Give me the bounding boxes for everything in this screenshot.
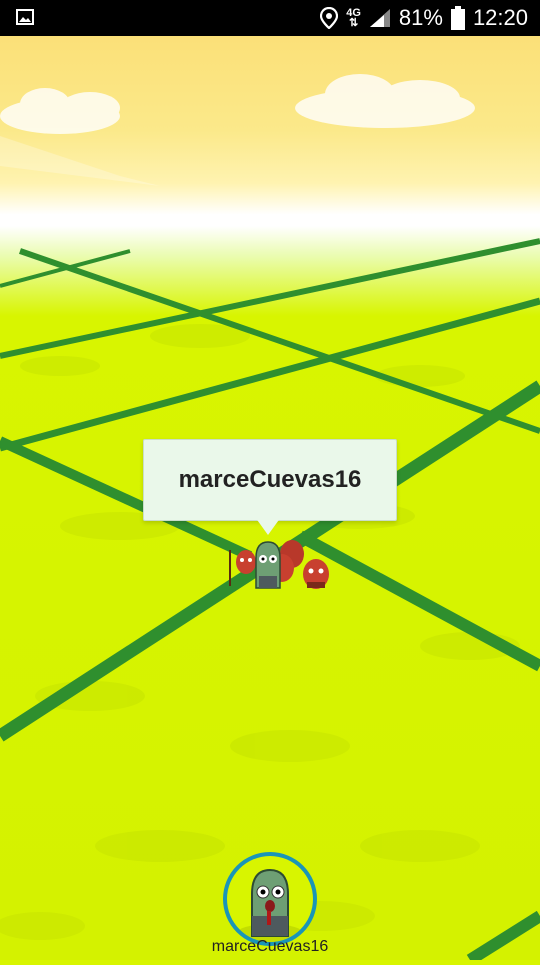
clouds [0,74,475,186]
zombie-avatar-icon [236,868,304,942]
sky [0,36,540,246]
player-character-group[interactable] [222,528,337,594]
zombie-avatar [255,541,281,589]
signal-icon [369,9,390,27]
location-icon [320,7,339,29]
clock: 12:20 [472,5,528,30]
player-name-label: marceCuevas16 [211,938,329,955]
player-name-bubble-tail [255,517,281,535]
status-bar: 4G ⇅ 81% 12:20 [0,0,540,36]
devil-minion-left [229,550,256,586]
map-view[interactable]: marceCuevas16 [0,36,540,965]
network-type-indicator: 4G ⇅ [346,7,361,29]
battery-percent: 81% [398,5,443,30]
battery-icon [450,6,465,30]
image-icon [16,9,34,25]
player-name-bubble[interactable]: marceCuevas16 [143,439,397,521]
player-avatar-button[interactable] [223,852,317,946]
devil-minion-right [303,559,329,589]
